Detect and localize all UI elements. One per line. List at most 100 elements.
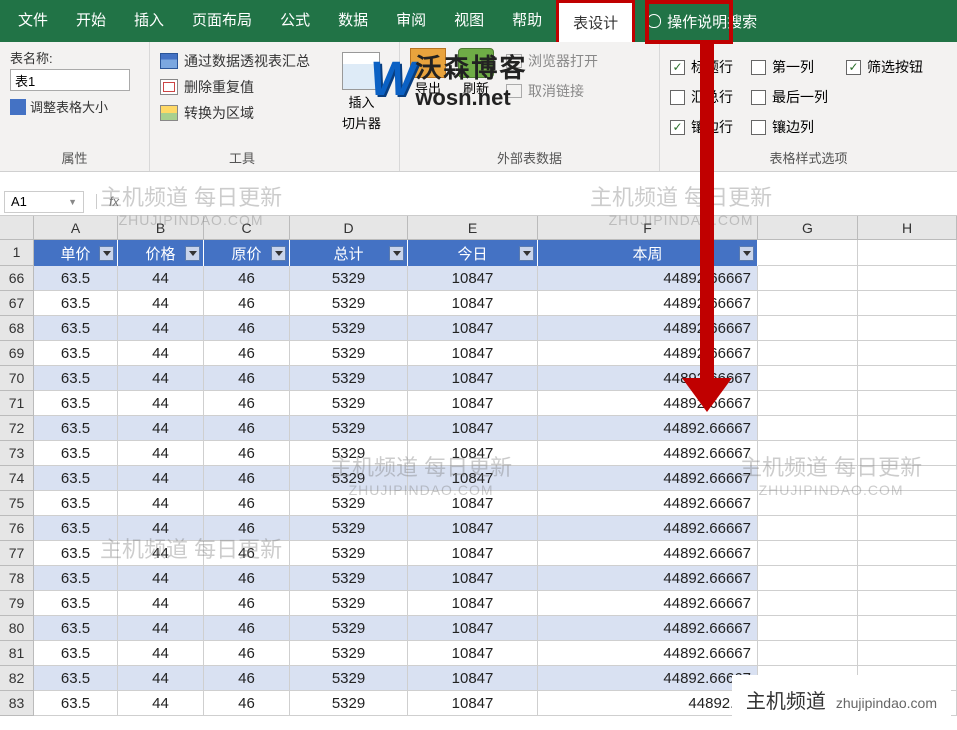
tab-7[interactable]: 视图 bbox=[440, 0, 498, 42]
cell[interactable]: 10847 bbox=[408, 641, 538, 666]
table-header-1[interactable]: 价格 bbox=[118, 240, 204, 266]
cell[interactable]: 44 bbox=[118, 691, 204, 716]
cell[interactable]: 44 bbox=[118, 666, 204, 691]
cell[interactable]: 63.5 bbox=[34, 491, 118, 516]
cell[interactable]: 5329 bbox=[290, 591, 408, 616]
resize-table-button[interactable]: 调整表格大小 bbox=[10, 97, 139, 116]
col-header-A[interactable]: A bbox=[34, 216, 118, 239]
row-header[interactable]: 83 bbox=[0, 691, 34, 716]
cell[interactable]: 46 bbox=[204, 516, 290, 541]
cell-empty[interactable] bbox=[758, 341, 858, 366]
cell[interactable]: 5329 bbox=[290, 666, 408, 691]
cell[interactable]: 10847 bbox=[408, 591, 538, 616]
cell[interactable]: 46 bbox=[204, 491, 290, 516]
fx-label[interactable]: fx bbox=[96, 194, 119, 209]
cell[interactable]: 10847 bbox=[408, 666, 538, 691]
cell[interactable]: 46 bbox=[204, 541, 290, 566]
cell[interactable]: 5329 bbox=[290, 291, 408, 316]
cell[interactable]: 5329 bbox=[290, 316, 408, 341]
cell[interactable]: 46 bbox=[204, 691, 290, 716]
cell[interactable]: 10847 bbox=[408, 566, 538, 591]
convert-range-button[interactable]: 转换为区域 bbox=[160, 103, 324, 123]
row-header[interactable]: 67 bbox=[0, 291, 34, 316]
col-header-B[interactable]: B bbox=[118, 216, 204, 239]
cell[interactable]: 46 bbox=[204, 616, 290, 641]
tab-5[interactable]: 数据 bbox=[324, 0, 382, 42]
row-header[interactable]: 74 bbox=[0, 466, 34, 491]
cell[interactable]: 10847 bbox=[408, 466, 538, 491]
col-header-D[interactable]: D bbox=[290, 216, 408, 239]
cell[interactable]: 10847 bbox=[408, 441, 538, 466]
cell-empty[interactable] bbox=[758, 441, 858, 466]
cell[interactable]: 44892.66667 bbox=[538, 641, 758, 666]
cell-empty[interactable] bbox=[858, 316, 957, 341]
cell[interactable]: 44 bbox=[118, 366, 204, 391]
tell-me-search[interactable]: 操作说明搜索 bbox=[647, 11, 757, 32]
cell-empty[interactable] bbox=[858, 591, 957, 616]
cell[interactable]: 44892.66667 bbox=[538, 316, 758, 341]
cell[interactable]: 10847 bbox=[408, 366, 538, 391]
cell-empty[interactable] bbox=[858, 291, 957, 316]
cell[interactable]: 63.5 bbox=[34, 466, 118, 491]
cell-empty[interactable] bbox=[858, 441, 957, 466]
cell[interactable]: 44 bbox=[118, 316, 204, 341]
cell[interactable]: 44892.66667 bbox=[538, 516, 758, 541]
cell-empty[interactable] bbox=[858, 266, 957, 291]
cell[interactable]: 44892.66667 bbox=[538, 541, 758, 566]
row-header[interactable]: 69 bbox=[0, 341, 34, 366]
cell-empty[interactable] bbox=[758, 366, 858, 391]
cell-empty[interactable] bbox=[758, 616, 858, 641]
cell-empty[interactable] bbox=[858, 616, 957, 641]
cell[interactable]: 44892.66667 bbox=[538, 266, 758, 291]
cell[interactable]: 44892.66667 bbox=[538, 341, 758, 366]
cell[interactable]: 63.5 bbox=[34, 266, 118, 291]
row-header[interactable]: 68 bbox=[0, 316, 34, 341]
cell-empty[interactable] bbox=[758, 591, 858, 616]
cell[interactable]: 46 bbox=[204, 566, 290, 591]
cell[interactable]: 5329 bbox=[290, 341, 408, 366]
cell[interactable]: 5329 bbox=[290, 541, 408, 566]
cell[interactable]: 5329 bbox=[290, 441, 408, 466]
filter-dropdown-icon[interactable] bbox=[271, 246, 286, 261]
row-header[interactable]: 76 bbox=[0, 516, 34, 541]
row-header[interactable]: 71 bbox=[0, 391, 34, 416]
cell[interactable]: 44 bbox=[118, 466, 204, 491]
filter-dropdown-icon[interactable] bbox=[99, 246, 114, 261]
cell[interactable]: 44 bbox=[118, 416, 204, 441]
row-header[interactable]: 77 bbox=[0, 541, 34, 566]
opt-last-col[interactable]: 最后一列 bbox=[751, 87, 828, 107]
cell[interactable]: 46 bbox=[204, 416, 290, 441]
cell[interactable]: 46 bbox=[204, 316, 290, 341]
tab-4[interactable]: 公式 bbox=[266, 0, 324, 42]
cell[interactable]: 63.5 bbox=[34, 516, 118, 541]
row-header[interactable]: 82 bbox=[0, 666, 34, 691]
tab-2[interactable]: 插入 bbox=[120, 0, 178, 42]
cell[interactable]: 5329 bbox=[290, 691, 408, 716]
cell[interactable]: 44 bbox=[118, 516, 204, 541]
cell[interactable]: 63.5 bbox=[34, 591, 118, 616]
cell[interactable]: 44 bbox=[118, 266, 204, 291]
cell[interactable]: 10847 bbox=[408, 341, 538, 366]
cell[interactable]: 63.5 bbox=[34, 316, 118, 341]
col-header-H[interactable]: H bbox=[858, 216, 957, 239]
name-box[interactable]: A1 ▼ bbox=[4, 191, 84, 213]
cell[interactable]: 63.5 bbox=[34, 616, 118, 641]
cell[interactable]: 44 bbox=[118, 441, 204, 466]
cell[interactable]: 44 bbox=[118, 341, 204, 366]
cell[interactable]: 44892.66667 bbox=[538, 566, 758, 591]
cell[interactable]: 10847 bbox=[408, 691, 538, 716]
cell[interactable]: 10847 bbox=[408, 416, 538, 441]
cell-empty[interactable] bbox=[858, 240, 957, 266]
cell[interactable]: 44892.66667 bbox=[538, 466, 758, 491]
tab-9[interactable]: 表设计 bbox=[556, 0, 635, 42]
cell-empty[interactable] bbox=[858, 366, 957, 391]
cell-empty[interactable] bbox=[758, 316, 858, 341]
cell[interactable]: 44892.66667 bbox=[538, 666, 758, 691]
cell-empty[interactable] bbox=[858, 466, 957, 491]
row-header[interactable]: 72 bbox=[0, 416, 34, 441]
tab-6[interactable]: 审阅 bbox=[382, 0, 440, 42]
cell[interactable]: 46 bbox=[204, 591, 290, 616]
cell-empty[interactable] bbox=[858, 541, 957, 566]
cell[interactable]: 63.5 bbox=[34, 291, 118, 316]
cell[interactable]: 10847 bbox=[408, 616, 538, 641]
